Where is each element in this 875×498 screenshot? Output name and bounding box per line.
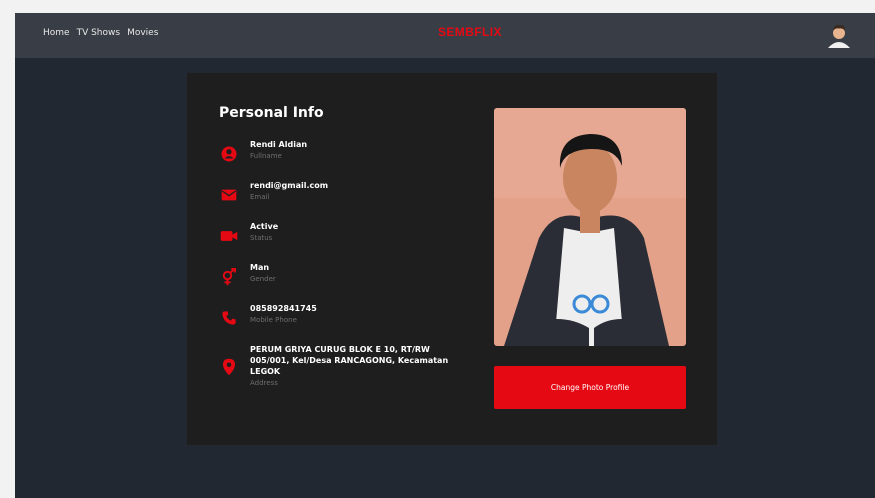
info-item-fullname: Rendi Aldian Fullname bbox=[218, 139, 307, 165]
email-label: Email bbox=[250, 193, 270, 201]
email-value: rendi@gmail.com bbox=[250, 181, 329, 190]
envelope-icon bbox=[218, 184, 240, 206]
info-item-gender: Man Gender bbox=[218, 262, 276, 288]
user-avatar[interactable] bbox=[825, 21, 853, 49]
info-item-status: Active Status bbox=[218, 221, 278, 247]
phone-label: Mobile Phone bbox=[250, 316, 297, 324]
fullname-label: Fullname bbox=[250, 152, 282, 160]
nav-link-tv-shows[interactable]: TV Shows bbox=[77, 28, 121, 38]
nav-link-movies[interactable]: Movies bbox=[127, 28, 158, 38]
nav-links: Home TV Shows Movies bbox=[43, 28, 158, 38]
gender-icon bbox=[218, 266, 240, 288]
profile-photo bbox=[494, 108, 686, 346]
status-label: Status bbox=[250, 234, 273, 242]
fullname-value: Rendi Aldian bbox=[250, 140, 308, 149]
info-item-phone: 085892841745 Mobile Phone bbox=[218, 303, 317, 329]
info-item-address: PERUM GRIYA CURUG BLOK E 10, RT/RW 005/0… bbox=[218, 344, 460, 389]
gender-label: Gender bbox=[250, 275, 276, 283]
brand-logo[interactable]: SEMBFLIX bbox=[438, 25, 502, 39]
top-navbar: Home TV Shows Movies SEMBFLIX bbox=[15, 13, 875, 58]
gender-value: Man bbox=[250, 263, 270, 272]
address-value: PERUM GRIYA CURUG BLOK E 10, RT/RW 005/0… bbox=[250, 345, 449, 376]
address-label: Address bbox=[250, 379, 278, 387]
change-photo-button[interactable]: Change Photo Profile bbox=[494, 366, 686, 409]
video-camera-icon bbox=[218, 225, 240, 247]
info-item-email: rendi@gmail.com Email bbox=[218, 180, 328, 206]
map-pin-icon bbox=[218, 356, 240, 378]
nav-link-home[interactable]: Home bbox=[43, 28, 70, 38]
status-value: Active bbox=[250, 222, 279, 231]
section-title: Personal Info bbox=[219, 105, 324, 121]
phone-icon bbox=[218, 307, 240, 329]
app-frame: Home TV Shows Movies SEMBFLIX Personal I… bbox=[15, 13, 875, 498]
phone-value: 085892841745 bbox=[250, 304, 317, 313]
user-circle-icon bbox=[218, 143, 240, 165]
profile-card: Personal Info Rendi Aldian Fullname rend… bbox=[187, 73, 717, 445]
